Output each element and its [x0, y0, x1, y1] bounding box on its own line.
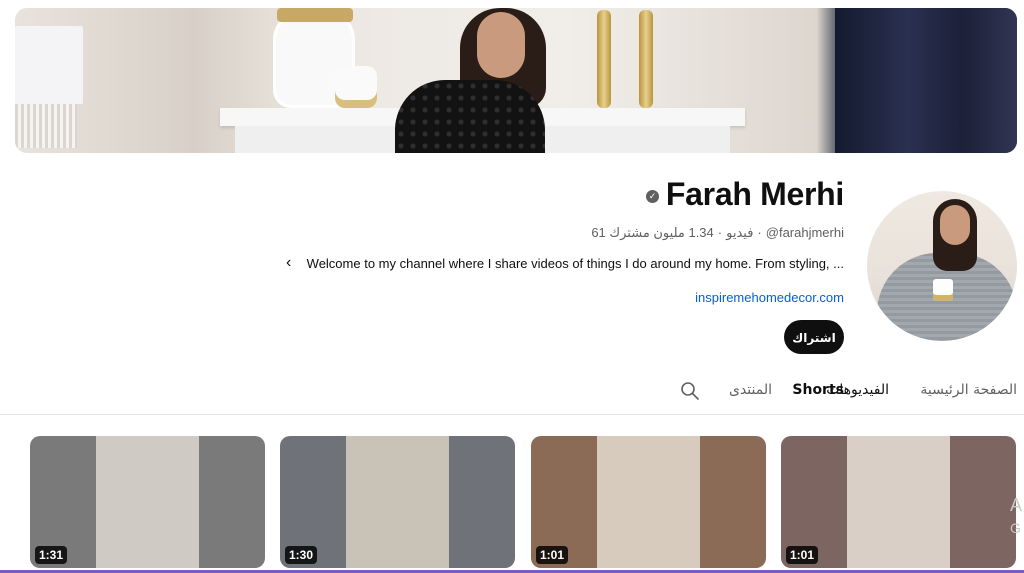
short-card[interactable]: 1:01 — [781, 436, 1016, 568]
avatar-mug — [933, 279, 953, 301]
tab-forum[interactable]: المنتدى — [729, 382, 772, 398]
tab-shorts[interactable]: Shorts — [792, 382, 844, 398]
short-duration: 1:01 — [786, 546, 819, 564]
banner-vase-trim — [277, 8, 353, 22]
short-thumbnail-bg — [950, 436, 1016, 568]
channel-tabs: الصفحة الرئيسية الفيديوهات Shorts المنتد… — [0, 370, 1024, 415]
short-card[interactable]: 1:31 — [30, 436, 265, 568]
channel-handle: @farahjmerhi — [765, 225, 844, 240]
banner-person-face — [477, 12, 525, 78]
channel-meta: 61 فيديو·1.34 مليون مشترك · @farahjmerhi — [591, 225, 844, 240]
short-duration: 1:01 — [536, 546, 569, 564]
short-thumbnail-bg — [700, 436, 766, 568]
channel-banner — [15, 8, 1017, 153]
channel-name: Farah Merhi — [665, 176, 844, 212]
shorts-row: 1:31 1:30 1:01 1:01 — [0, 436, 1024, 573]
channel-avatar[interactable] — [867, 191, 1017, 341]
tab-home[interactable]: الصفحة الرئيسية — [920, 382, 1017, 398]
banner-crystal — [15, 104, 77, 148]
short-thumbnail-bg — [199, 436, 265, 568]
subscriber-count: 1.34 مليون مشترك — [609, 225, 714, 240]
short-card[interactable]: 1:01 — [531, 436, 766, 568]
short-card[interactable]: 1:30 — [280, 436, 515, 568]
short-thumbnail — [346, 436, 449, 568]
banner-curtain — [835, 8, 1017, 153]
short-thumbnail-bg — [449, 436, 515, 568]
banner-lamp — [15, 26, 83, 104]
avatar-face — [940, 205, 970, 245]
short-thumbnail — [597, 436, 700, 568]
banner-person-top — [395, 80, 545, 153]
banner-candlestick — [639, 10, 653, 108]
verified-check-icon: ✓ — [646, 190, 659, 203]
watermark-text: G — [1010, 520, 1021, 536]
channel-link[interactable]: inspiremehomedecor.com — [695, 290, 844, 305]
short-thumbnail — [847, 436, 950, 568]
watermark-text: A — [1010, 495, 1023, 515]
subscribe-button[interactable]: اشتراك — [784, 320, 844, 354]
channel-description[interactable]: Welcome to my channel where I share vide… — [307, 256, 844, 271]
short-duration: 1:31 — [35, 546, 68, 564]
short-duration: 1:30 — [285, 546, 318, 564]
banner-candlestick — [597, 10, 611, 108]
banner-jar — [335, 66, 377, 108]
short-thumbnail — [96, 436, 199, 568]
search-icon[interactable] — [680, 381, 700, 401]
chevron-left-icon[interactable]: ‹ — [286, 255, 300, 271]
